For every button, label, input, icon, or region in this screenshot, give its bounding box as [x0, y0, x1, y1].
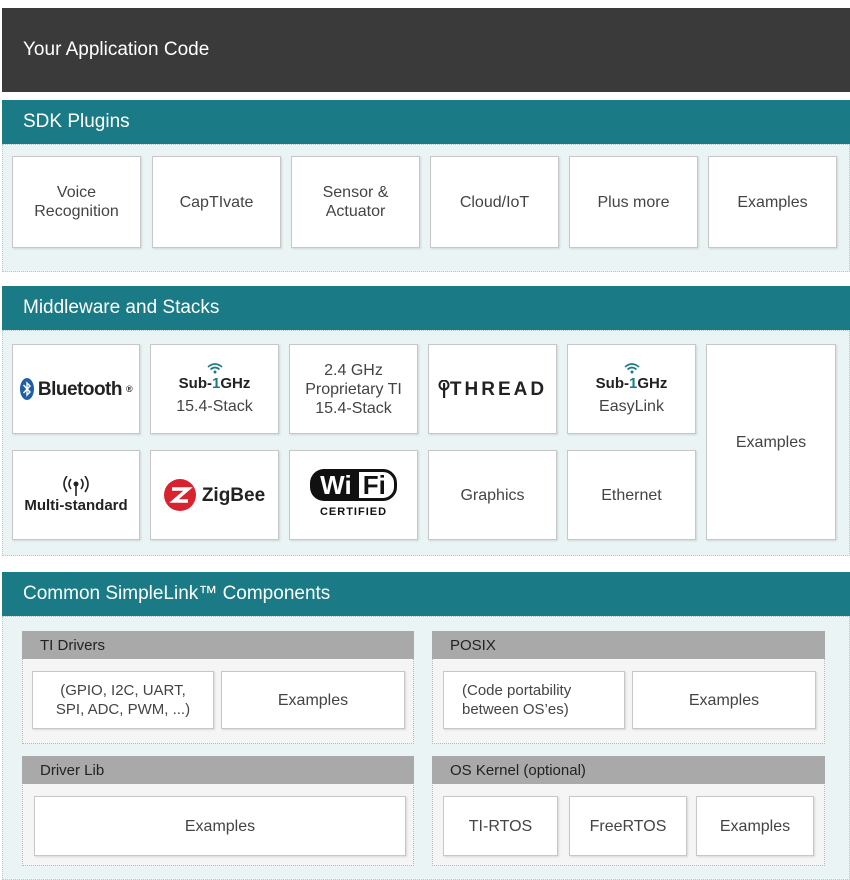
cloud-iot-label: Cloud/IoT	[459, 193, 530, 211]
driver-lib-header: Driver Lib	[22, 756, 414, 784]
application-code-bar: Your Application Code	[2, 8, 850, 92]
plus-more-label: Plus more	[597, 193, 670, 211]
common-components-title: Common SimpleLink™ Components	[23, 583, 331, 604]
multi-standard-label: Multi-standard	[24, 496, 128, 514]
wifi-wi-label: Wi	[310, 468, 356, 501]
posix-title: POSIX	[450, 636, 496, 654]
thread-icon	[438, 380, 450, 398]
sensor-actuator-label: Sensor & Actuator	[322, 184, 389, 220]
captivate-label: CapTIvate	[179, 193, 254, 211]
broadcast-icon	[63, 475, 89, 496]
ethernet-tile: Ethernet	[567, 450, 696, 540]
posix-examples-tile: Examples	[632, 671, 816, 729]
bluetooth-label: Bluetooth	[37, 378, 123, 400]
sdk-examples-tile: Examples	[708, 156, 837, 248]
freertos-label: FreeRTOS	[589, 817, 667, 835]
sub1ghz-154-stack-tile: Sub-1GHz 15.4-Stack	[150, 344, 279, 434]
thread-logo: THREAD	[438, 380, 547, 399]
zigbee-logo: ZigBee	[163, 479, 266, 511]
voice-recognition-tile: Voice Recognition	[12, 156, 141, 248]
freertos-tile: FreeRTOS	[569, 796, 687, 856]
sub1ghz-caption: 15.4-Stack	[176, 398, 253, 415]
os-kernel-examples-label: Examples	[719, 817, 791, 835]
posix-header: POSIX	[432, 631, 825, 659]
wifi-fi-label: Fi	[355, 468, 397, 501]
os-kernel-examples-tile: Examples	[696, 796, 814, 856]
wifi-certified-tile: Wi Fi CERTIFIED	[289, 450, 418, 540]
driver-lib-title: Driver Lib	[40, 761, 105, 779]
sub1ghz-logo: Sub-1GHz	[178, 375, 251, 392]
sub1ghz-logo: Sub-1GHz	[595, 375, 668, 392]
wireless-signal-icon	[623, 363, 640, 374]
sub1ghz-easylink-tile: Sub-1GHz EasyLink	[567, 344, 696, 434]
application-code-label: Your Application Code	[23, 39, 210, 60]
middleware-header: Middleware and Stacks	[2, 286, 850, 330]
ti-drivers-desc-tile: (GPIO, I2C, UART, SPI, ADC, PWM, ...)	[32, 671, 214, 729]
ti-drivers-examples-tile: Examples	[221, 671, 405, 729]
voice-recognition-label: Voice Recognition	[34, 184, 119, 220]
posix-desc-tile: (Code portability between OS’es)	[443, 671, 625, 729]
tirtos-tile: TI-RTOS	[443, 796, 558, 856]
sdk-plugins-title: SDK Plugins	[23, 111, 130, 132]
middleware-title: Middleware and Stacks	[23, 297, 220, 318]
wireless-signal-icon	[206, 363, 223, 374]
thread-tile: THREAD	[428, 344, 557, 434]
easylink-caption: EasyLink	[599, 398, 664, 415]
ti-drivers-desc: (GPIO, I2C, UART, SPI, ADC, PWM, ...)	[55, 682, 191, 718]
middleware-examples-tile: Examples	[706, 344, 836, 540]
graphics-label: Graphics	[460, 486, 525, 504]
posix-desc: (Code portability between OS’es)	[462, 682, 572, 718]
sdk-plugins-header: SDK Plugins	[2, 100, 850, 144]
ti-drivers-title: TI Drivers	[40, 636, 105, 654]
driver-lib-examples-tile: Examples	[34, 796, 406, 856]
middleware-examples-label: Examples	[735, 433, 807, 451]
os-kernel-header: OS Kernel (optional)	[432, 756, 825, 784]
bluetooth-tile: Bluetooth ®	[12, 344, 140, 434]
graphics-tile: Graphics	[428, 450, 557, 540]
posix-examples-label: Examples	[688, 691, 760, 709]
captivate-tile: CapTIvate	[152, 156, 281, 248]
wifi-certified-label: CERTIFIED	[319, 505, 388, 518]
zigbee-icon	[163, 479, 196, 511]
common-components-header: Common SimpleLink™ Components	[2, 572, 850, 616]
proprietary-ti-label: 2.4 GHz Proprietary TI 15.4-Stack	[305, 361, 402, 417]
sdk-examples-label: Examples	[737, 193, 808, 211]
ti-drivers-examples-label: Examples	[277, 691, 349, 709]
bluetooth-icon	[19, 378, 34, 400]
thread-label: THREAD	[449, 378, 548, 400]
os-kernel-title: OS Kernel (optional)	[450, 761, 586, 779]
sensor-actuator-tile: Sensor & Actuator	[291, 156, 420, 248]
zigbee-tile: ZigBee	[150, 450, 279, 540]
driver-lib-examples-label: Examples	[184, 817, 256, 835]
ethernet-label: Ethernet	[601, 486, 662, 504]
tirtos-label: TI-RTOS	[468, 817, 533, 835]
proprietary-ti-tile: 2.4 GHz Proprietary TI 15.4-Stack	[289, 344, 418, 434]
multi-standard-tile: Multi-standard	[12, 450, 140, 540]
plus-more-tile: Plus more	[569, 156, 698, 248]
ti-drivers-header: TI Drivers	[22, 631, 414, 659]
wifi-certified-logo: Wi Fi CERTIFIED	[310, 468, 397, 522]
bluetooth-logo: Bluetooth ®	[19, 378, 133, 400]
cloud-iot-tile: Cloud/IoT	[430, 156, 559, 248]
zigbee-label: ZigBee	[201, 484, 266, 506]
